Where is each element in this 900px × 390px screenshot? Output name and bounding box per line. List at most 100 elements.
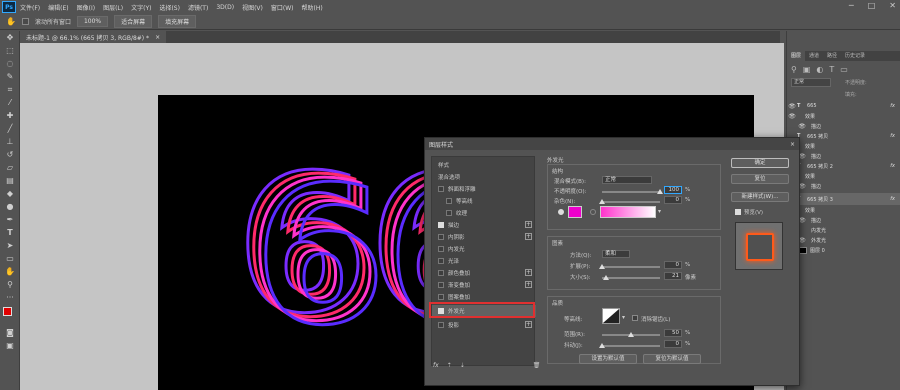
style-checkbox[interactable] [438,258,444,264]
style-item-inner-shadow[interactable]: 内阴影 + [432,231,536,243]
marquee-tool-icon[interactable]: ⬚ [0,44,20,57]
close-icon[interactable]: ✕ [889,1,896,10]
contour-dropdown-icon[interactable]: ▾ [622,314,625,321]
crop-tool-icon[interactable]: ⌗ [0,83,20,96]
fx-icon[interactable]: fx [890,133,895,139]
add-effect-icon[interactable]: + [525,233,532,240]
quick-select-tool-icon[interactable]: ✎ [0,70,20,83]
method-select[interactable]: 柔和 [602,250,630,258]
tab-history[interactable]: 历史记录 [841,51,869,61]
menu-file[interactable]: 文件(F) [20,3,40,12]
layer-row[interactable]: 👁 T 665 fx [787,101,900,111]
style-checkbox-checked[interactable] [438,222,444,228]
spread-slider[interactable] [602,266,660,268]
dialog-title-bar[interactable]: 图层样式 × [425,138,799,150]
tab-channels[interactable]: 通道 [805,51,823,61]
move-down-icon[interactable]: ⇣ [460,362,465,374]
range-slider-knob[interactable] [628,332,634,337]
stamp-tool-icon[interactable]: ⊥ [0,135,20,148]
layer-effect-row[interactable]: 👁 描边 [787,181,900,191]
quick-mask-icon[interactable]: ◙ [0,326,20,339]
style-item-contour[interactable]: 等高线 [432,195,536,207]
blend-mode-select[interactable]: 正常 [791,78,831,87]
layer-effects-row[interactable]: 👁 效果 [787,111,900,121]
fx-icon[interactable]: fx [890,163,895,169]
new-style-button[interactable]: 新建样式(W)... [731,192,789,202]
style-item-drop-shadow[interactable]: 投影 + [432,319,536,331]
gradient-dropdown-icon[interactable]: ▾ [658,208,661,215]
reset-button[interactable]: 复位 [731,174,789,184]
close-tab-icon[interactable]: × [155,34,160,41]
gradient-tool-icon[interactable]: ▤ [0,174,20,187]
glow-gradient-swatch[interactable] [600,206,656,218]
layer-effect-row[interactable]: 👁 描边 [787,121,900,131]
lasso-tool-icon[interactable]: ◌ [0,57,20,70]
shape-tool-icon[interactable]: ▭ [0,252,20,265]
style-checkbox[interactable] [446,198,452,204]
add-effect-icon[interactable]: + [525,281,532,288]
size-input[interactable]: 21 [664,272,682,280]
menu-image[interactable]: 图像(I) [77,3,95,12]
menu-filter[interactable]: 滤镜(T) [188,3,208,12]
set-default-button[interactable]: 设置为默认值 [579,354,637,364]
layer-effect-row[interactable]: 内发光 [787,225,900,235]
menu-view[interactable]: 视图(V) [242,3,263,12]
maximize-icon[interactable]: □ [868,1,876,10]
reset-default-button[interactable]: 复位为默认值 [643,354,701,364]
layer-effect-row[interactable]: 👁 描边 [787,215,900,225]
layer-effect-row[interactable]: 👁 描边 [787,151,900,161]
healing-tool-icon[interactable]: ✚ [0,109,20,122]
opacity-slider-knob[interactable] [657,189,663,194]
fx-icon[interactable]: fx [890,103,895,109]
menu-type[interactable]: 文字(Y) [131,3,151,12]
visibility-eye-icon[interactable]: 👁 [787,113,797,120]
document-tab[interactable]: 未标题-1 @ 66.1% (665 拷贝 3, RGB/8#) * × [20,31,167,43]
eyedropper-tool-icon[interactable]: ⁄ [0,96,20,109]
fx-icon[interactable]: fx [433,362,439,374]
layer-effects-row[interactable]: 👁 效果 [787,205,900,215]
contour-preview[interactable] [602,308,620,324]
scroll-all-checkbox[interactable] [21,18,29,25]
filter-kind-icon[interactable]: ⚲ [791,65,797,74]
dialog-close-icon[interactable]: × [790,141,795,148]
style-checkbox[interactable] [438,282,444,288]
blending-options-item[interactable]: 混合选项 [432,171,536,183]
add-effect-icon[interactable]: + [525,321,532,328]
style-checkbox[interactable] [438,234,444,240]
trash-icon[interactable]: 🗑 [533,362,541,374]
antialias-checkbox[interactable] [632,315,638,321]
preview-checkbox[interactable] [735,209,741,215]
tab-layers[interactable]: 图层 [787,51,806,61]
style-checkbox[interactable] [438,186,444,192]
style-item-gradient-overlay[interactable]: 渐变叠加 + [432,279,536,291]
add-effect-icon[interactable]: + [525,269,532,276]
minimize-icon[interactable]: ─ [849,1,854,10]
style-checkbox[interactable] [438,270,444,276]
noise-input[interactable]: 0 [664,196,682,204]
menu-3d[interactable]: 3D(D) [216,4,234,11]
fx-icon[interactable]: fx [890,196,895,202]
fill-screen-button[interactable]: 填充屏幕 [158,15,197,28]
blend-mode-select[interactable]: 正常 [602,176,652,184]
opacity-input[interactable]: 100 [664,186,682,194]
menu-layer[interactable]: 图层(L) [103,3,123,12]
menu-window[interactable]: 窗口(W) [271,3,294,12]
size-slider[interactable] [602,277,660,279]
more-tools-icon[interactable]: ··· [0,291,20,304]
color-swatches[interactable] [0,304,19,326]
style-checkbox[interactable] [446,210,452,216]
zoom-tool-icon[interactable]: ⚲ [0,278,20,291]
screen-mode-icon[interactable]: ▣ [0,339,20,352]
layer-row[interactable]: 👁 T 665 拷贝 2 fx [787,161,900,171]
spread-input[interactable]: 0 [664,261,682,269]
style-checkbox[interactable] [438,322,444,328]
path-select-tool-icon[interactable]: ➤ [0,239,20,252]
opacity-slider[interactable] [602,191,660,193]
style-item-stroke[interactable]: 描边 + [432,219,536,231]
move-up-icon[interactable]: ⇡ [447,362,452,374]
filter-shape-icon[interactable]: ▭ [840,65,848,74]
styles-header[interactable]: 样式 [432,159,536,171]
pen-tool-icon[interactable]: ✒ [0,213,20,226]
style-checkbox[interactable] [438,294,444,300]
layer-row[interactable]: T 665 拷贝 fx [787,131,900,141]
